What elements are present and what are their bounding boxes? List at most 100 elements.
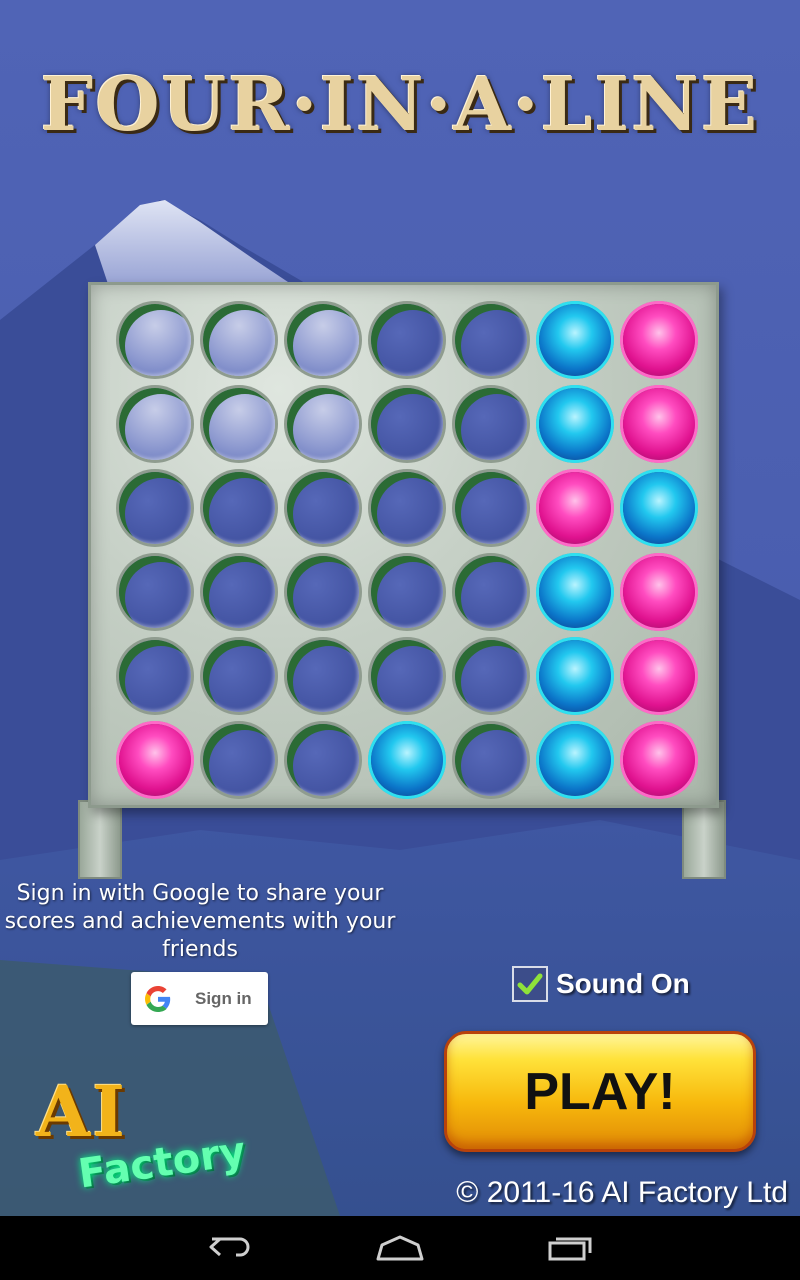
- board-cell[interactable]: [281, 382, 365, 466]
- board-hole: [371, 388, 443, 460]
- board-cell[interactable]: [533, 718, 617, 802]
- board-cell[interactable]: [281, 466, 365, 550]
- play-button[interactable]: PLAY!: [444, 1031, 756, 1152]
- board-cell[interactable]: [365, 466, 449, 550]
- board-cell[interactable]: [617, 550, 701, 634]
- blue-disc: [539, 304, 611, 376]
- android-nav-bar: [0, 1216, 800, 1280]
- board-cell[interactable]: [113, 382, 197, 466]
- checkmark-icon: [517, 973, 543, 995]
- board-row: [113, 382, 701, 466]
- board-cell[interactable]: [449, 550, 533, 634]
- board-hole: [287, 724, 359, 796]
- board-hole: [455, 388, 527, 460]
- board-row: [113, 466, 701, 550]
- board-cell[interactable]: [533, 298, 617, 382]
- board-hole: [203, 472, 275, 544]
- logo-ai-text: AI: [36, 1070, 128, 1153]
- board-hole: [119, 472, 191, 544]
- board-hole: [119, 556, 191, 628]
- game-title: FOUR·IN·A·LINE: [40, 62, 760, 148]
- board-cell[interactable]: [365, 634, 449, 718]
- board-row: [113, 634, 701, 718]
- board-hole: [539, 304, 611, 376]
- board-cell[interactable]: [617, 382, 701, 466]
- board-cell[interactable]: [197, 382, 281, 466]
- board-cell[interactable]: [449, 298, 533, 382]
- google-signin-button[interactable]: Sign in: [131, 972, 268, 1025]
- pink-disc: [623, 556, 695, 628]
- copyright-text: © 2011-16 AI Factory Ltd: [456, 1176, 788, 1209]
- board-cell[interactable]: [533, 466, 617, 550]
- recent-apps-button[interactable]: [485, 1216, 655, 1280]
- board-cell[interactable]: [449, 718, 533, 802]
- back-button[interactable]: [145, 1216, 315, 1280]
- signin-label: Sign in: [195, 988, 252, 1008]
- pink-disc: [539, 472, 611, 544]
- board-cell[interactable]: [113, 634, 197, 718]
- ai-factory-logo: AI Factory: [36, 1070, 248, 1197]
- board-hole: [119, 388, 191, 460]
- board-cell[interactable]: [113, 466, 197, 550]
- board-cell[interactable]: [617, 466, 701, 550]
- board-cell[interactable]: [197, 466, 281, 550]
- board-cell[interactable]: [281, 634, 365, 718]
- board-hole: [287, 388, 359, 460]
- board-hole: [539, 472, 611, 544]
- sound-toggle[interactable]: Sound On: [512, 966, 690, 1002]
- board-cell[interactable]: [281, 550, 365, 634]
- board-hole: [371, 724, 443, 796]
- board-hole: [455, 304, 527, 376]
- board-cell[interactable]: [197, 550, 281, 634]
- board-hole: [287, 640, 359, 712]
- board-leg-right: [682, 800, 726, 879]
- board-hole: [203, 388, 275, 460]
- sound-label: Sound On: [556, 968, 690, 999]
- board-cell[interactable]: [617, 298, 701, 382]
- board-hole: [203, 556, 275, 628]
- board-hole: [623, 724, 695, 796]
- board-cell[interactable]: [197, 634, 281, 718]
- pink-disc: [623, 724, 695, 796]
- board-cell[interactable]: [617, 718, 701, 802]
- game-menu-screen: FOUR·IN·A·LINE Sign in with Google to sh…: [0, 0, 800, 1216]
- board-hole: [455, 556, 527, 628]
- board-hole: [119, 304, 191, 376]
- board-cell[interactable]: [449, 634, 533, 718]
- board-cell[interactable]: [365, 718, 449, 802]
- board-cell[interactable]: [197, 298, 281, 382]
- board-cell[interactable]: [113, 718, 197, 802]
- board-hole: [371, 640, 443, 712]
- board-cell[interactable]: [281, 718, 365, 802]
- recent-apps-icon: [548, 1237, 592, 1261]
- board-cell[interactable]: [533, 634, 617, 718]
- back-icon: [209, 1237, 250, 1257]
- board-hole: [371, 556, 443, 628]
- play-label: PLAY!: [524, 1062, 676, 1121]
- board-cell[interactable]: [365, 382, 449, 466]
- signin-message: Sign in with Google to share your scores…: [4, 881, 396, 962]
- board-cell[interactable]: [617, 634, 701, 718]
- board-hole: [623, 388, 695, 460]
- board-hole: [539, 724, 611, 796]
- pink-disc: [623, 304, 695, 376]
- blue-disc: [539, 388, 611, 460]
- board-hole: [623, 472, 695, 544]
- home-button[interactable]: [315, 1216, 485, 1280]
- board-hole: [455, 724, 527, 796]
- board-cell[interactable]: [533, 550, 617, 634]
- board-cell[interactable]: [113, 550, 197, 634]
- board-cell[interactable]: [365, 298, 449, 382]
- sound-checkbox[interactable]: [512, 966, 548, 1002]
- board-cell[interactable]: [197, 718, 281, 802]
- board-cell[interactable]: [281, 298, 365, 382]
- board-cell[interactable]: [113, 298, 197, 382]
- board-hole: [623, 640, 695, 712]
- board-cell[interactable]: [449, 466, 533, 550]
- board-cell[interactable]: [449, 382, 533, 466]
- board-hole: [203, 640, 275, 712]
- board-hole: [539, 556, 611, 628]
- board-cell[interactable]: [533, 382, 617, 466]
- board-cell[interactable]: [365, 550, 449, 634]
- board-hole: [203, 724, 275, 796]
